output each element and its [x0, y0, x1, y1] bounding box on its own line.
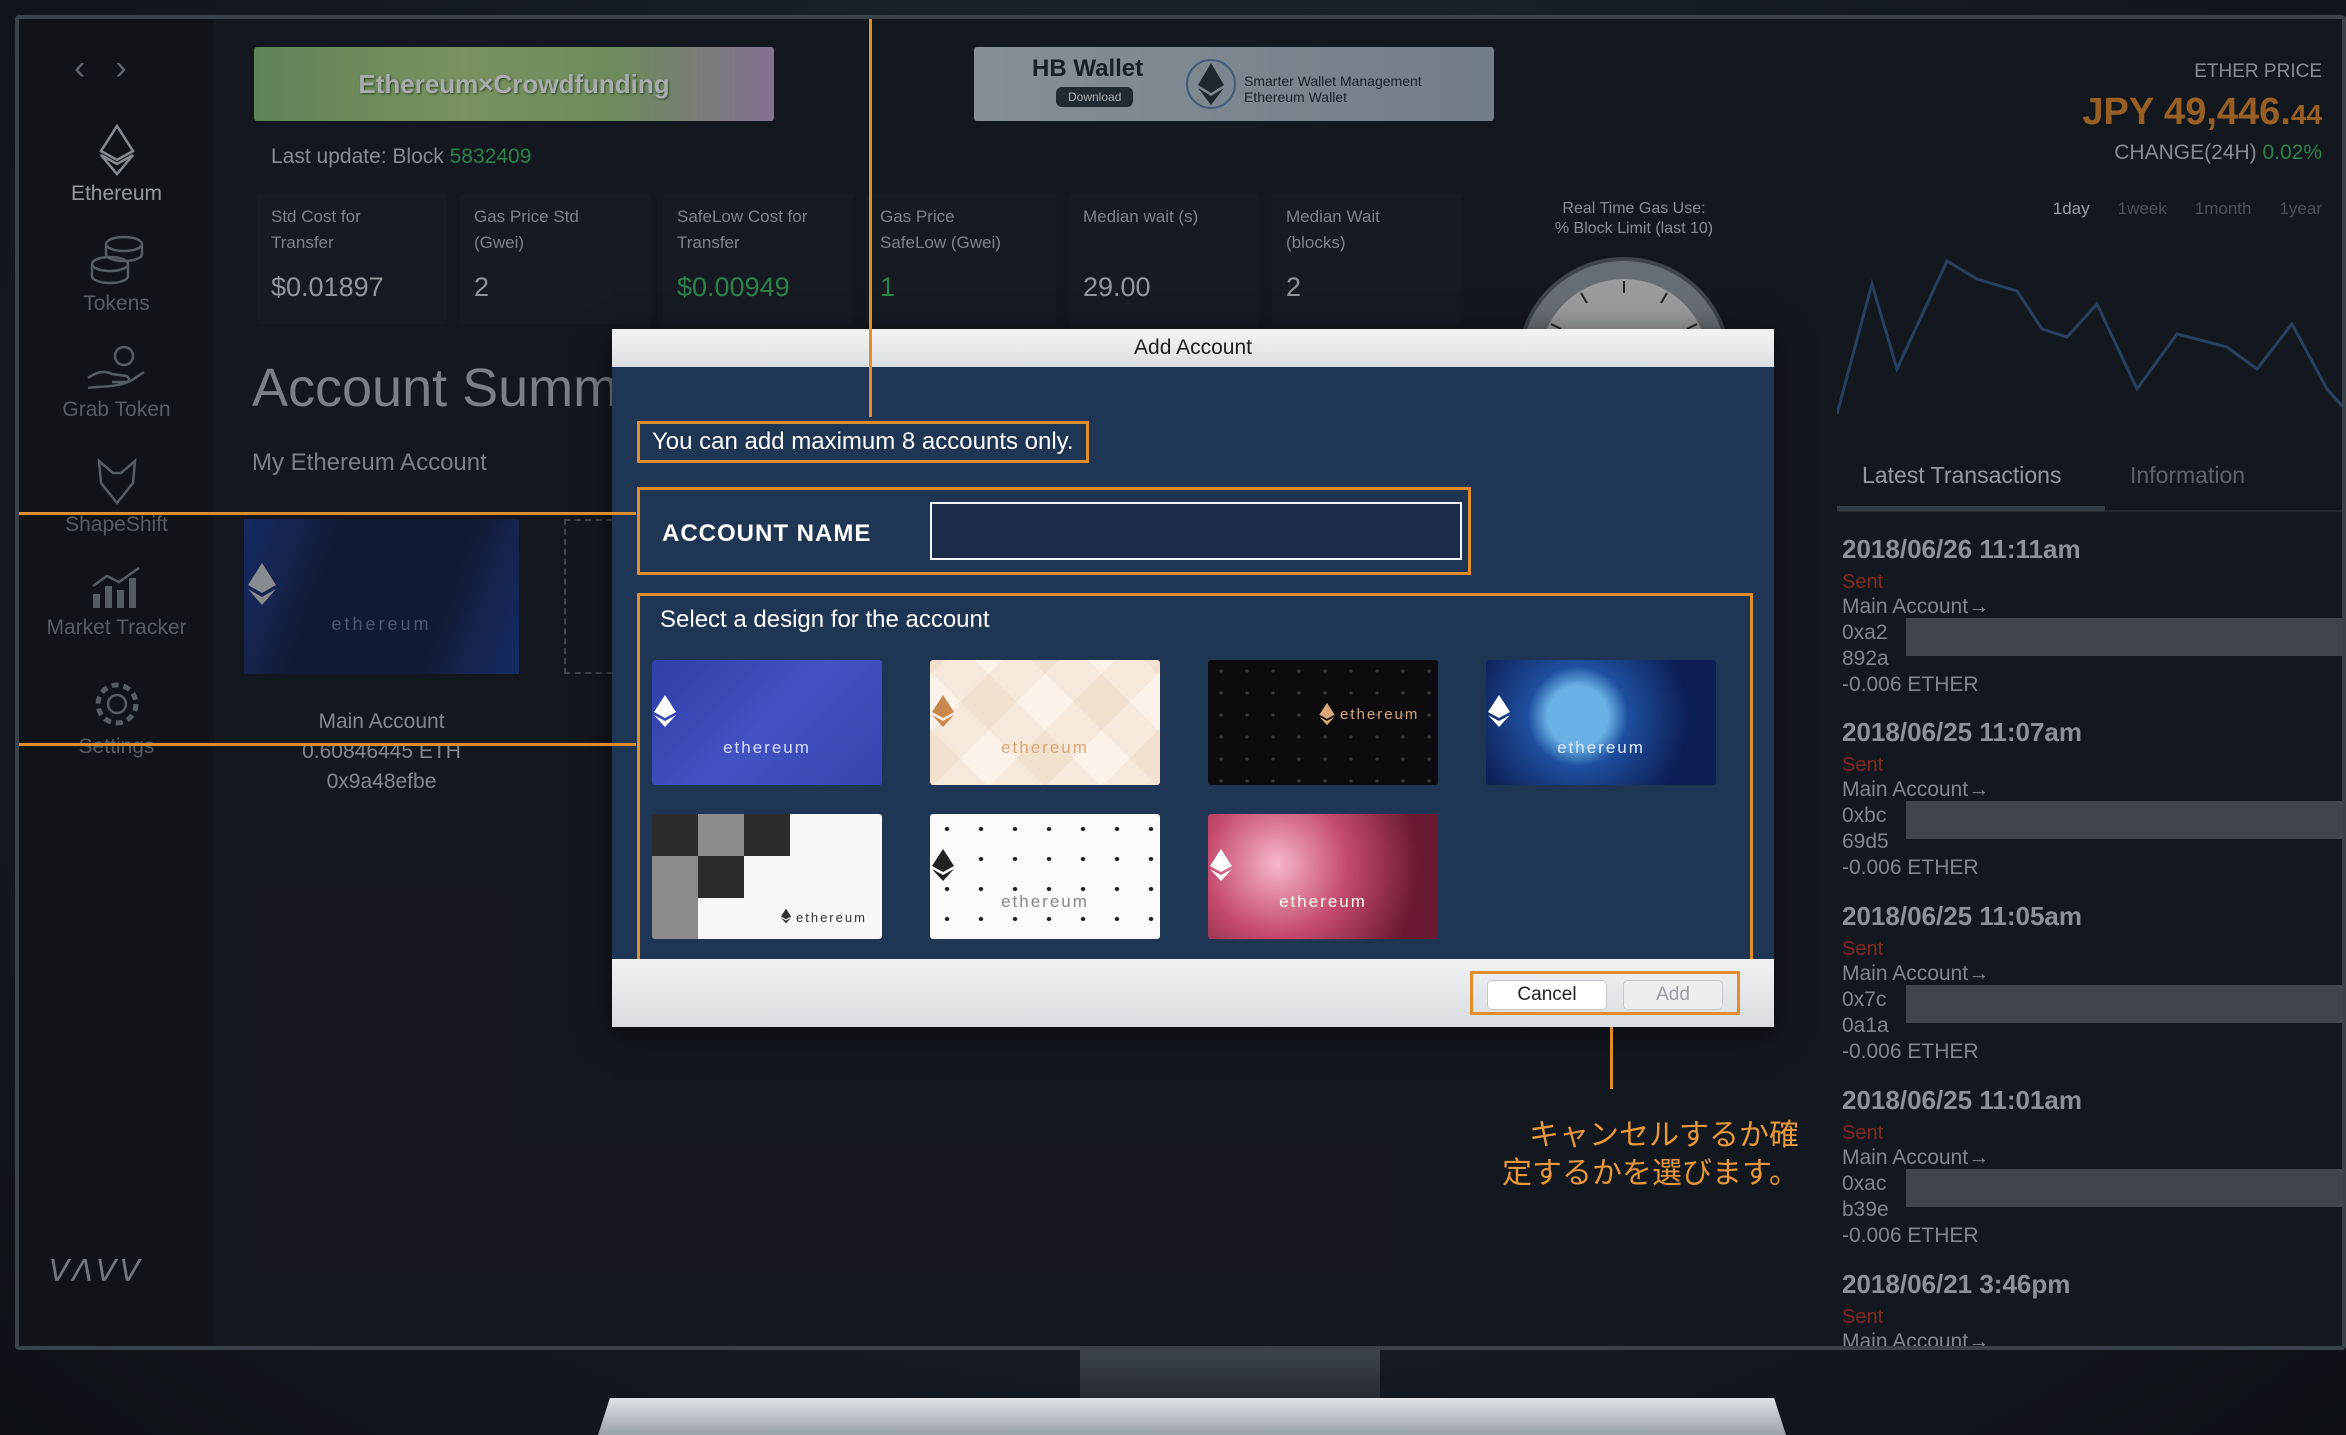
ethereum-icon — [780, 908, 792, 924]
ethereum-icon — [654, 695, 676, 727]
callout-line — [869, 19, 872, 417]
design-option-white-network[interactable]: ethereum — [930, 814, 1160, 939]
callout-line-text: 定するかを選びます。 — [1502, 1156, 1799, 1191]
dialog-buttons-highlight: Cancel Add — [1470, 971, 1740, 1015]
design-wordmark: ethereum — [1557, 738, 1645, 757]
app-window: ‹ › Ethereum Tokens Grab Token ShapeShif… — [19, 19, 2342, 1346]
design-wordmark: ethereum — [1340, 706, 1420, 723]
design-selector: Select a design for the account ethereum… — [637, 593, 1753, 963]
dialog-title: Add Account — [612, 329, 1774, 367]
design-wordmark: ethereum — [796, 910, 867, 925]
callout-line-text: キャンセルするか確 — [1529, 1118, 1799, 1153]
add-account-dialog: Add Account You can add maximum 8 accoun… — [612, 329, 1774, 1027]
design-wordmark: ethereum — [723, 738, 811, 757]
add-button[interactable]: Add — [1623, 980, 1723, 1010]
callout-line — [19, 743, 636, 746]
design-option-blossom[interactable]: ethereum — [1208, 814, 1438, 939]
callout-line — [19, 512, 636, 515]
monitor-frame: ‹ › Ethereum Tokens Grab Token ShapeShif… — [15, 15, 2346, 1350]
ethereum-icon — [1488, 695, 1510, 727]
design-wordmark: ethereum — [1279, 892, 1367, 911]
callout-annotation: キャンセルするか確 定するかを選びます。 — [1459, 1117, 1799, 1193]
ethereum-icon — [932, 849, 954, 881]
account-name-input[interactable] — [930, 502, 1462, 560]
design-selector-label: Select a design for the account — [660, 606, 990, 633]
ethereum-icon — [1210, 849, 1232, 881]
design-option-black-constellation[interactable]: ethereum — [1208, 660, 1438, 785]
design-option-checker[interactable]: ethereum — [652, 814, 882, 939]
account-name-group: ACCOUNT NAME — [637, 487, 1471, 575]
design-wordmark: ethereum — [1001, 892, 1089, 911]
monitor-stand-neck — [1080, 1350, 1380, 1398]
design-option-ocean[interactable]: ethereum — [1486, 660, 1716, 785]
cancel-button[interactable]: Cancel — [1487, 980, 1607, 1010]
dialog-footer: Cancel Add — [612, 959, 1774, 1027]
design-option-cream[interactable]: ethereum — [930, 660, 1160, 785]
max-accounts-notice: You can add maximum 8 accounts only. — [637, 421, 1089, 463]
ethereum-icon — [932, 695, 954, 727]
monitor-stand-base — [598, 1398, 1786, 1435]
design-wordmark: ethereum — [1001, 738, 1089, 757]
ethereum-icon — [1319, 702, 1335, 726]
callout-line — [1610, 1027, 1613, 1089]
account-name-label: ACCOUNT NAME — [662, 520, 872, 547]
design-option-blue[interactable]: ethereum — [652, 660, 882, 785]
